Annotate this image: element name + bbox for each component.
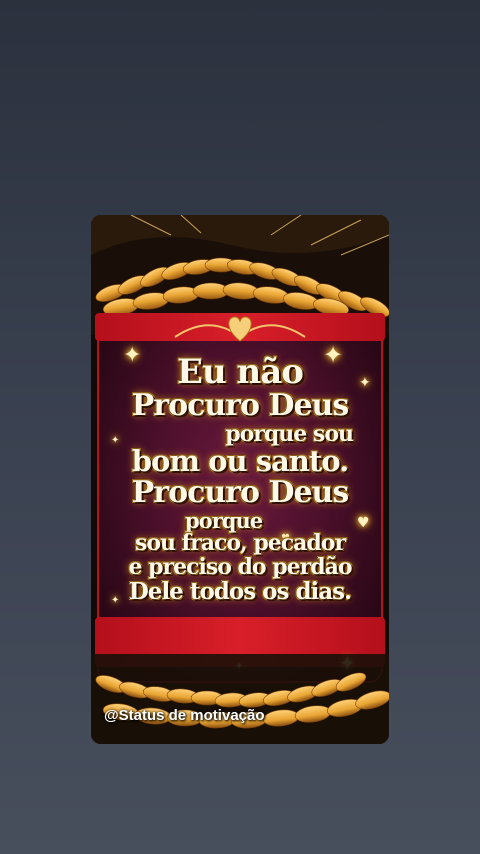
quote-line: porque sou: [225, 421, 354, 447]
quote-text: Eu não Procuro Deus porque sou bom ou sa…: [107, 355, 373, 605]
quote-line: Eu não: [177, 352, 304, 392]
quote-line: Procuro Deus: [131, 388, 350, 423]
quote-line: sou fraco, pecador: [134, 530, 346, 556]
quote-line: Dele todos os dias.: [128, 578, 352, 605]
quote-line: bom ou santo.: [131, 444, 349, 478]
status-image-card[interactable]: ✦ ✦ ✦ ✦ ♥ ♥ ✦ ✦ ✦ Eu não Procuro Deus po…: [91, 215, 389, 744]
wheat-bottom-icon: [91, 654, 389, 744]
watermark-text: @Status de motivação: [104, 707, 265, 724]
heart-ornament-icon: [174, 316, 306, 342]
quote-line: Procuro Deus: [131, 475, 350, 510]
quote-line: e preciso do perdão: [128, 554, 352, 580]
quote-line: porque: [185, 508, 263, 533]
